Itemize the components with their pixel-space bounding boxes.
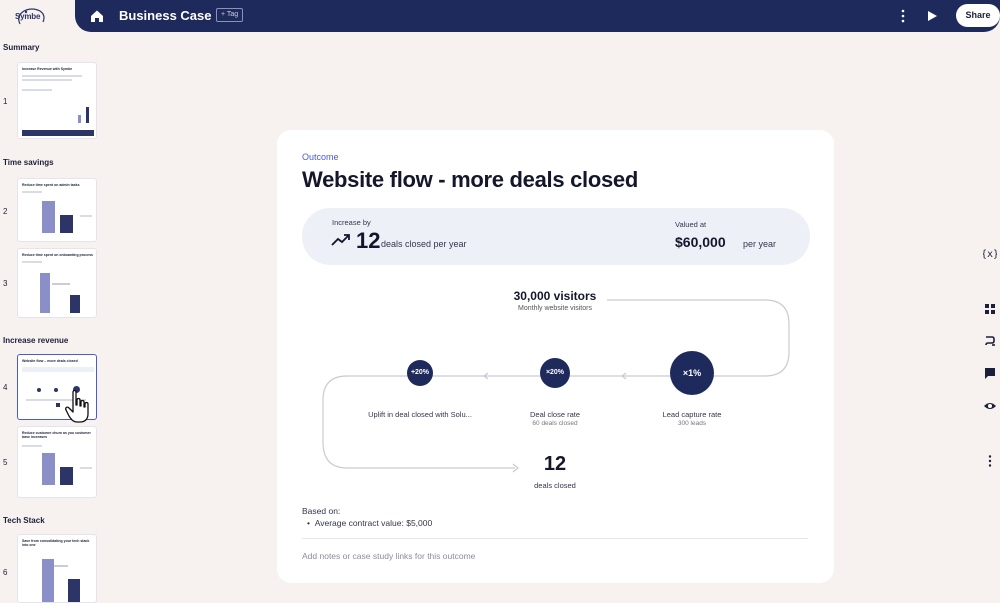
slide-thumbnail-title: Reduce customer churn as you customer ba… — [22, 431, 91, 439]
deal-close-sub: 60 deals closed — [532, 420, 578, 427]
more-options-icon[interactable] — [899, 9, 907, 23]
share-button[interactable]: Share — [956, 4, 1000, 27]
deal-close-label: Deal close rate — [529, 410, 581, 419]
based-on-item-text: Average contract value: $5,000 — [314, 518, 433, 528]
slide-thumbnail-2[interactable]: Reduce time spent on admin tasks — [17, 178, 97, 242]
divider — [302, 538, 808, 539]
lead-capture-label: Lead capture rate — [662, 410, 722, 419]
section-label-increase-revenue: Increase revenue — [3, 336, 69, 345]
result-value: 12 — [543, 453, 567, 475]
slide-number: 2 — [3, 207, 8, 216]
present-play-icon[interactable] — [926, 10, 938, 22]
logo-text: Symbe — [15, 12, 41, 21]
add-tag-button[interactable]: + Tag — [216, 8, 244, 22]
based-on-label: Based on: — [302, 506, 341, 516]
section-label-tech-stack: Tech Stack — [3, 516, 45, 525]
comment-icon[interactable] — [983, 366, 997, 380]
slide-number: 6 — [3, 568, 8, 577]
grid-icon[interactable] — [983, 302, 997, 316]
flow-diagram — [322, 299, 790, 473]
uplift-value: +20% — [410, 369, 430, 376]
slide-thumbnail-title: Save from consolidating your tech stack … — [22, 539, 90, 547]
svg-text:{x}: {x} — [983, 249, 997, 260]
top-bar: Business Case + Tag Share — [75, 0, 1000, 32]
variables-icon[interactable]: {x} — [983, 246, 997, 260]
slide-thumbnail-5[interactable]: Reduce customer churn as you customer ba… — [17, 426, 97, 498]
slide-thumbnail-title: Increase Revenue with Symbe — [22, 67, 73, 71]
flow-icon[interactable] — [983, 334, 997, 348]
slide-thumbnail-title: Reduce time spent on onboarding process — [22, 253, 93, 257]
slide-thumbnail-3[interactable]: Reduce time spent on onboarding process — [17, 248, 97, 318]
slide-number: 1 — [3, 97, 8, 106]
deal-close-value: ×20% — [545, 369, 565, 376]
document-title[interactable]: Business Case — [119, 8, 212, 23]
uplift-label[interactable]: Uplift in deal closed with Solu... — [355, 410, 485, 419]
result-sub: deals closed — [534, 481, 576, 490]
slide-number: 5 — [3, 458, 8, 467]
section-label-time-savings: Time savings — [3, 158, 54, 167]
slide-thumbnail-6[interactable]: Save from consolidating your tech stack … — [17, 534, 97, 603]
slide-thumbnail-title: Reduce time spent on admin tasks — [22, 183, 80, 187]
section-label-summary: Summary — [3, 43, 40, 52]
slide-number: 4 — [3, 383, 8, 392]
lead-capture-sub: 300 leads — [677, 420, 707, 427]
slide-thumbnail-1[interactable]: Increase Revenue with Symbe — [17, 62, 97, 139]
slide-number: 3 — [3, 279, 8, 288]
flow-source-sub: Monthly website visitors — [518, 305, 592, 312]
slide-thumbnail-title: Website flow – more deals closed — [22, 359, 78, 363]
lead-capture-value: ×1% — [682, 368, 702, 378]
eye-icon[interactable] — [983, 399, 997, 413]
outcome-card: Outcome Website flow - more deals closed… — [277, 130, 834, 583]
more-vertical-icon[interactable] — [983, 454, 997, 468]
based-on-item: • Average contract value: $5,000 — [307, 518, 433, 528]
flow-source-value: 30,000 visitors — [513, 289, 597, 303]
notes-input[interactable]: Add notes or case study links for this o… — [302, 551, 475, 561]
hand-pointer-cursor-icon — [65, 389, 89, 423]
home-icon[interactable] — [89, 8, 105, 24]
